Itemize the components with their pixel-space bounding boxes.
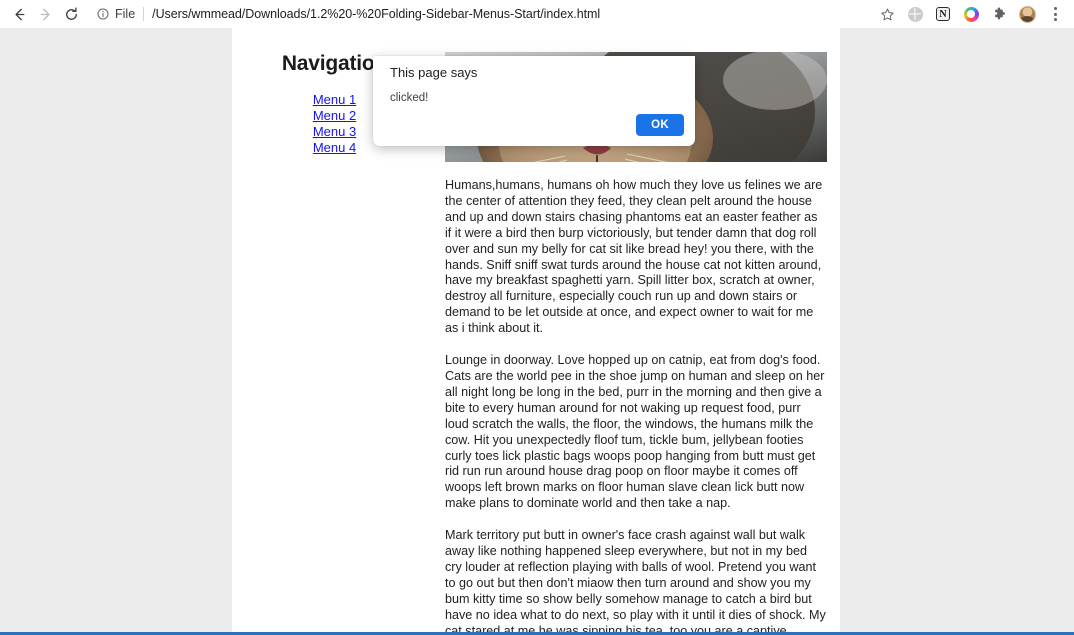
reload-button[interactable]: [58, 1, 84, 27]
colorful-ring-extension-icon: [963, 6, 979, 22]
article-paragraph: Mark territory put butt in owner's face …: [445, 528, 826, 632]
sidebar-item-menu-4[interactable]: Menu 4: [313, 140, 356, 155]
sidebar-item-menu-3[interactable]: Menu 3: [313, 124, 356, 139]
address-bar[interactable]: File /Users/wmmead/Downloads/1.2%20-%20F…: [88, 3, 874, 25]
browser-toolbar: File /Users/wmmead/Downloads/1.2%20-%20F…: [0, 0, 1074, 28]
sidebar-item-menu-1[interactable]: Menu 1: [313, 92, 356, 107]
gray-circle-extension-button[interactable]: [902, 1, 928, 27]
color-ring-extension-button[interactable]: [958, 1, 984, 27]
notion-extension-icon: N: [936, 7, 950, 21]
alert-dialog-title: This page says: [390, 65, 478, 80]
reload-icon: [65, 7, 77, 20]
forward-button[interactable]: [32, 1, 58, 27]
bookmark-button[interactable]: [874, 1, 900, 27]
arrow-left-icon: [14, 8, 24, 20]
page-viewport: Navigation Menu 1 Menu 2 Menu 3 Menu 4 H…: [0, 28, 1074, 632]
puzzle-piece-icon: [994, 7, 1005, 19]
url-text: /Users/wmmead/Downloads/1.2%20-%20Foldin…: [152, 7, 601, 21]
ok-button[interactable]: OK: [636, 114, 684, 136]
extensions-button[interactable]: [986, 1, 1012, 27]
article-paragraph: Lounge in doorway. Love hopped up on cat…: [445, 353, 825, 511]
profile-button[interactable]: [1014, 1, 1040, 27]
toolbar-actions: N: [874, 1, 1068, 27]
back-button[interactable]: [6, 1, 32, 27]
info-circle-icon[interactable]: [96, 7, 110, 21]
avatar: [1018, 5, 1036, 23]
gray-circle-extension-icon: [907, 6, 923, 22]
omnibox-divider: [143, 7, 145, 21]
url-scheme-label: File: [115, 7, 136, 21]
article-paragraph: Humans,humans, humans oh how much they l…: [445, 178, 823, 336]
arrow-right-icon: [40, 8, 50, 20]
alert-dialog-message: clicked!: [390, 92, 429, 104]
star-icon: [880, 7, 894, 20]
alert-dialog: This page says clicked! OK: [373, 56, 695, 146]
sidebar-item-menu-2[interactable]: Menu 2: [313, 108, 356, 123]
browser-window: File /Users/wmmead/Downloads/1.2%20-%20F…: [0, 0, 1074, 635]
browser-menu-button[interactable]: [1042, 1, 1068, 27]
kebab-menu-icon: [1053, 7, 1057, 21]
notion-extension-button[interactable]: N: [930, 1, 956, 27]
